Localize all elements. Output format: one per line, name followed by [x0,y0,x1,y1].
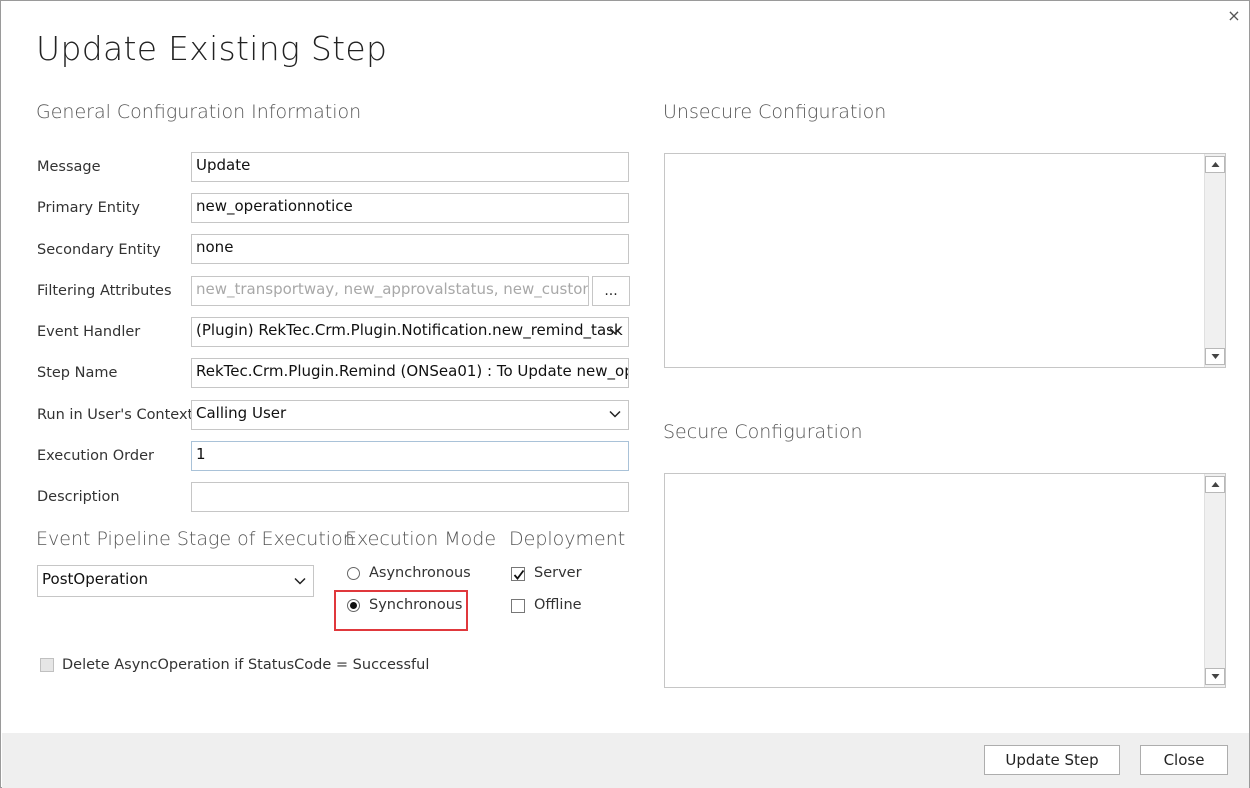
unsecure-config-textarea[interactable] [664,153,1226,368]
deployment-heading: Deployment [509,528,626,550]
close-icon[interactable]: × [1225,7,1243,25]
triangle-up-icon [1211,482,1220,487]
filtering-attributes-field[interactable]: new_transportway, new_approvalstatus, ne… [191,276,589,306]
unsecure-config-heading: Unsecure Configuration [663,101,887,123]
update-step-dialog: × Update Existing Step General Configura… [0,0,1250,788]
dialog-title: Update Existing Step [36,29,388,68]
secure-config-heading: Secure Configuration [663,421,863,443]
asynchronous-label: Asynchronous [369,565,471,581]
execution-mode-heading: Execution Mode [345,528,497,550]
close-button[interactable]: Close [1140,745,1228,775]
description-label: Description [37,489,120,505]
update-step-button[interactable]: Update Step [984,745,1120,775]
secondary-entity-field[interactable]: none [191,234,629,264]
pipeline-stage-select[interactable]: PostOperation [37,565,314,597]
description-field[interactable] [191,482,629,512]
scroll-up-button[interactable] [1205,476,1225,493]
execution-order-label: Execution Order [37,448,154,464]
filtering-attributes-browse-button[interactable]: ... [592,276,630,306]
unsecure-scrollbar[interactable] [1204,154,1225,367]
primary-entity-label: Primary Entity [37,200,140,216]
filtering-attributes-label: Filtering Attributes [37,283,172,299]
event-handler-value: (Plugin) RekTec.Crm.Plugin.Notification.… [196,321,623,339]
secondary-entity-label: Secondary Entity [37,242,161,258]
general-config-heading: General Configuration Information [36,101,362,123]
message-field[interactable]: Update [191,152,629,182]
asynchronous-radio[interactable] [347,567,360,580]
run-context-select[interactable]: Calling User [191,400,629,430]
chevron-down-icon [293,574,307,588]
offline-checkbox[interactable] [511,599,525,613]
triangle-up-icon [1211,162,1220,167]
triangle-down-icon [1211,354,1220,359]
step-name-field[interactable]: RekTec.Crm.Plugin.Remind (ONSea01) : To … [191,358,629,388]
checkmark-icon [513,569,525,580]
chevron-down-icon [608,407,622,421]
pipeline-stage-heading: Event Pipeline Stage of Execution [36,528,355,550]
server-label: Server [534,565,582,581]
scroll-down-button[interactable] [1205,668,1225,685]
scroll-up-button[interactable] [1205,156,1225,173]
secure-scrollbar[interactable] [1204,474,1225,687]
run-context-value: Calling User [196,404,287,422]
secure-config-textarea[interactable] [664,473,1226,688]
run-context-label: Run in User's Context [37,407,194,423]
event-handler-select[interactable]: (Plugin) RekTec.Crm.Plugin.Notification.… [191,317,629,347]
chevron-down-icon [608,324,622,338]
scroll-down-button[interactable] [1205,348,1225,365]
triangle-down-icon [1211,674,1220,679]
delete-async-checkbox[interactable] [40,658,54,672]
offline-label: Offline [534,597,582,613]
server-checkbox[interactable] [511,567,525,581]
delete-async-label: Delete AsyncOperation if StatusCode = Su… [62,657,430,673]
pipeline-stage-value: PostOperation [42,570,149,588]
synchronous-highlight-box [334,590,468,631]
message-label: Message [37,159,101,175]
execution-order-field[interactable]: 1 [191,441,629,471]
step-name-label: Step Name [37,365,118,381]
primary-entity-field[interactable]: new_operationnotice [191,193,629,223]
event-handler-label: Event Handler [37,324,141,340]
